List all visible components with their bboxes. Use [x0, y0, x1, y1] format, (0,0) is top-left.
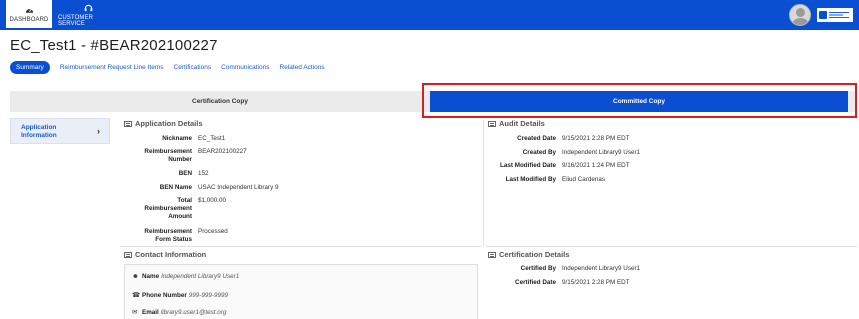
person-icon: ☻ [132, 273, 139, 280]
tab-communications[interactable]: Communications [221, 64, 269, 71]
page-title: EC_Test1 - #BEAR202100227 [10, 37, 218, 54]
nav-dashboard-tab[interactable]: DASHBOARD [6, 0, 52, 30]
sidebar-item-label: Application Information [21, 124, 57, 139]
field-value: Independent Library9 User1 [562, 265, 641, 272]
contact-row-name: ☻ Name Independent Library9 User1 [132, 273, 239, 280]
tab-related-actions[interactable]: Related Actions [280, 64, 325, 71]
field-value: $1,000.00 [198, 197, 227, 204]
field-label: Total Reimbursement Amount [144, 197, 192, 220]
field-label: Last Modified Date [500, 162, 556, 169]
field-value: BEAR202100227 [198, 148, 247, 155]
list-icon [488, 120, 496, 127]
contact-label: Name [142, 273, 160, 280]
audit-details-title: Audit Details [499, 119, 545, 128]
envelope-icon: ✉ [132, 309, 138, 316]
field-label: Certified Date [515, 279, 556, 286]
highlight-box [422, 83, 857, 118]
section-divider [120, 246, 481, 247]
field-label: Reimbursement Form Status [144, 228, 192, 243]
speedometer-icon [25, 8, 33, 13]
tab-reimbursement-request-line-items[interactable]: Reimbursement Request Line Items [60, 64, 164, 71]
field-value: EC_Test1 [198, 135, 226, 142]
application-details-title: Application Details [135, 119, 203, 128]
audit-details-heading: Audit Details [488, 119, 545, 128]
contact-value[interactable]: library9.user1@test.org [161, 309, 227, 316]
subnav-tabs: Summary Reimbursement Request Line Items… [10, 61, 335, 74]
field-value: 9/15/2021 2:28 PM EDT [562, 135, 630, 142]
contact-label: Phone Number [142, 291, 187, 299]
field-label: BEN [178, 170, 192, 177]
contact-label: Email [142, 308, 159, 316]
field-label: Created By [522, 149, 556, 156]
field-value: Processed [198, 228, 228, 235]
user-avatar[interactable] [789, 4, 811, 26]
list-icon [488, 251, 496, 258]
application-details-heading: Application Details [124, 119, 203, 128]
list-icon [124, 120, 132, 127]
contact-value: Independent Library9 User1 [161, 273, 240, 280]
usac-logo [817, 8, 853, 22]
headset-icon [84, 4, 92, 11]
field-label: BEN Name [159, 184, 192, 191]
field-label: Certified By [520, 265, 556, 272]
nav-customer-service-tab[interactable]: CUSTOMER SERVICE [58, 0, 118, 30]
field-label: Created Date [517, 135, 556, 142]
field-value: 9/16/2021 1:24 PM EDT [562, 162, 630, 169]
nav-dashboard-label: DASHBOARD [9, 16, 49, 23]
tab-summary[interactable]: Summary [10, 61, 50, 74]
field-value: Eliud Cardenas [562, 176, 606, 183]
contact-card: ☻ Name Independent Library9 User1 ☎ Phon… [124, 264, 478, 319]
contact-value: 999-999-9999 [188, 291, 229, 299]
nav-customer-service-label: CUSTOMER SERVICE [58, 14, 94, 27]
phone-icon: ☎ [132, 292, 141, 299]
field-value: 152 [198, 170, 209, 177]
certification-details-title: Certification Details [499, 250, 570, 259]
chevron-right-icon: › [97, 126, 100, 136]
contact-row-email: ✉ Email library9.user1@test.org [132, 308, 227, 317]
contact-information-heading: Contact Information [124, 250, 206, 259]
certification-copy-button[interactable]: Certification Copy [10, 91, 430, 112]
column-divider [483, 120, 484, 246]
top-nav-bar: DASHBOARD CUSTOMER SERVICE [0, 0, 859, 30]
field-value: Independent Library9 User1 [562, 149, 641, 156]
sidebar-item-application-information[interactable]: Application Information › [10, 118, 110, 144]
field-label: Reimbursement Number [144, 148, 192, 163]
field-label: Last Modified By [505, 176, 556, 183]
field-value: 9/15/2021 2:28 PM EDT [562, 279, 630, 286]
field-value: USAC Independent Library 9 [198, 184, 279, 191]
tab-certifications[interactable]: Certifications [174, 64, 212, 71]
contact-information-title: Contact Information [135, 250, 207, 259]
certification-details-heading: Certification Details [488, 250, 569, 259]
field-label: Nickname [162, 135, 192, 142]
section-divider [486, 246, 857, 247]
contact-row-phone: ☎ Phone Number 999-999-9999 [132, 291, 229, 300]
contact-card-icon [124, 251, 132, 258]
